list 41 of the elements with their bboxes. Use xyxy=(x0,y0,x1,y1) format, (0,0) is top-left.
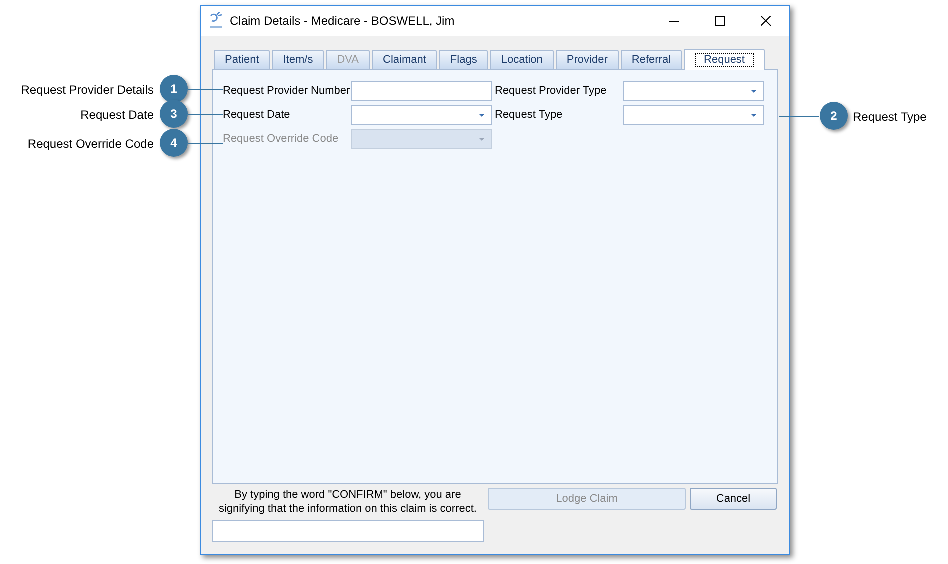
field-label: Request Provider Type xyxy=(495,84,608,99)
leader-line xyxy=(188,114,223,115)
caret-icon xyxy=(479,114,485,116)
field-label: Request Date xyxy=(223,108,292,123)
tab[interactable]: Location xyxy=(490,50,554,69)
dialog-button[interactable]: Cancel xyxy=(690,488,777,510)
callout-badge: 3 xyxy=(160,100,188,128)
caret-icon xyxy=(751,90,757,92)
tab[interactable]: Referral xyxy=(620,50,682,69)
caret-icon xyxy=(751,114,757,116)
tab[interactable]: Flags xyxy=(439,50,488,69)
callout-badge: 2 xyxy=(820,102,848,130)
confirm-instructions: By typing the word "CONFIRM" below, you are signifying that the information on this claim is correct. xyxy=(218,488,478,516)
minimize-icon xyxy=(669,20,679,22)
callout-label: Request Date xyxy=(80,107,154,124)
tab[interactable]: Provider xyxy=(556,50,619,69)
callout-badge: 4 xyxy=(160,129,188,157)
callout-label: Request Override Code xyxy=(28,136,154,153)
leader-line xyxy=(188,89,223,90)
dropdown-field[interactable] xyxy=(623,105,764,125)
input-field[interactable] xyxy=(351,81,492,101)
window-title: Claim Details - Medicare - BOSWELL, Jim xyxy=(230,13,455,30)
tab[interactable]: Item/s xyxy=(272,50,324,69)
dropdown-field[interactable] xyxy=(351,105,492,125)
field-label: Request Override Code xyxy=(223,132,340,147)
maximize-icon xyxy=(715,16,725,26)
app-logo-icon xyxy=(209,12,223,30)
tab[interactable]: Patient xyxy=(214,50,270,69)
callout-badge: 1 xyxy=(160,75,188,103)
confirm-input-field[interactable] xyxy=(212,520,484,542)
dropdown-field[interactable] xyxy=(623,81,764,101)
close-icon xyxy=(761,16,771,26)
caret-icon xyxy=(479,138,485,140)
leader-line xyxy=(188,143,223,144)
callout-label: Request Type xyxy=(853,109,927,126)
field-label: Request Type xyxy=(495,108,564,123)
tab[interactable]: Request xyxy=(684,49,765,70)
callout-label: Request Provider Details xyxy=(21,82,154,99)
field-label: Request Provider Number xyxy=(223,84,351,99)
tab[interactable]: Claimant xyxy=(372,50,438,69)
leader-line xyxy=(779,116,819,117)
